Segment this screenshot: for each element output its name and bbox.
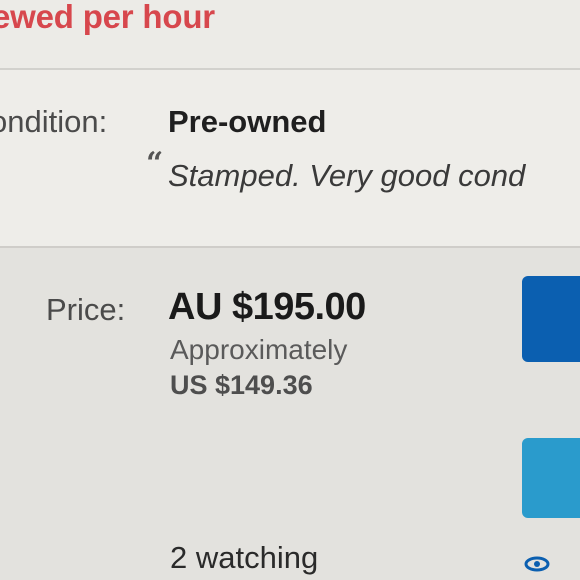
condition-description: Stamped. Very good cond <box>168 158 526 193</box>
price-label: Price: <box>46 292 126 327</box>
approximate-price: US $149.36 <box>170 370 313 400</box>
views-per-hour-text: ewed per hour <box>0 0 215 35</box>
eye-icon[interactable] <box>524 556 550 572</box>
approximate-label: Approximately <box>170 334 348 365</box>
price-value: AU $195.00 <box>168 286 366 328</box>
listing-details-panel: ewed per hour ondition: Pre-owned “ Stam… <box>0 0 580 580</box>
quote-mark-icon: “ <box>146 146 164 181</box>
views-banner: ewed per hour <box>0 0 580 68</box>
watchers-count: 2 watching <box>170 540 319 575</box>
condition-value: Pre-owned <box>168 104 327 139</box>
condition-label: ondition: <box>0 104 108 139</box>
add-to-cart-button[interactable] <box>522 438 580 518</box>
buy-it-now-button[interactable] <box>522 276 580 362</box>
